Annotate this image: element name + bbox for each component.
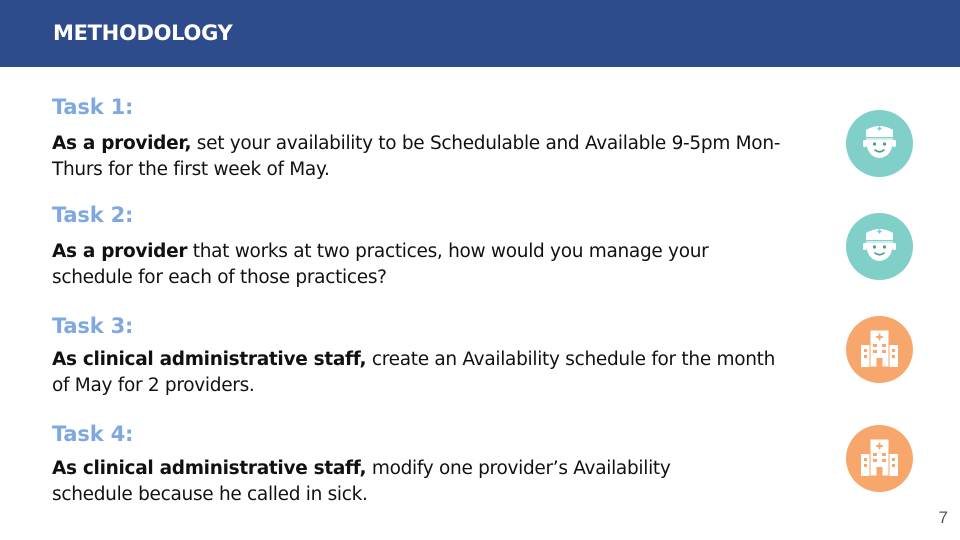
task-3-heading: Task 3: — [52, 314, 134, 338]
slide-title: METHODOLOGY — [53, 21, 233, 45]
hospital-icon — [846, 425, 913, 492]
doctor-icon — [846, 213, 913, 280]
page-number: 7 — [938, 508, 948, 527]
task-2-lead: As a provider — [52, 241, 188, 262]
header-bar: METHODOLOGY — [0, 0, 960, 67]
task-2-text: As a provider that works at two practice… — [52, 239, 782, 291]
task-2-heading: Task 2: — [52, 203, 134, 227]
task-3-text: As clinical administrative staff, create… — [52, 347, 782, 399]
hospital-icon — [846, 316, 913, 383]
task-1-heading: Task 1: — [52, 95, 134, 119]
task-4-heading: Task 4: — [52, 422, 134, 446]
task-3-lead: As clinical administrative staff, — [52, 349, 367, 370]
task-4-text: As clinical administrative staff, modify… — [52, 456, 672, 508]
task-4-lead: As clinical administrative staff, — [52, 458, 367, 479]
task-1-lead: As a provider, — [52, 133, 192, 154]
task-1-text: As a provider, set your availability to … — [52, 131, 782, 183]
doctor-icon — [846, 110, 913, 177]
